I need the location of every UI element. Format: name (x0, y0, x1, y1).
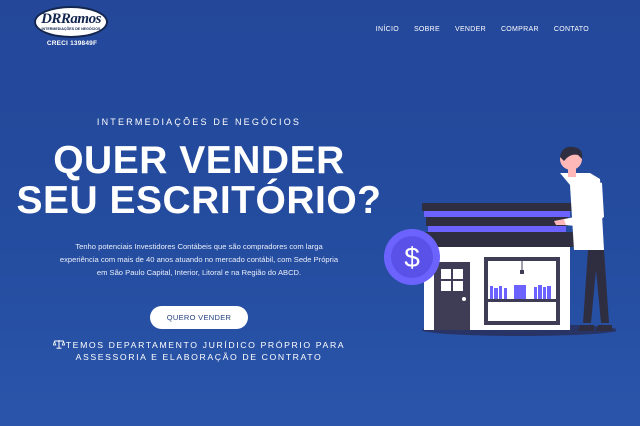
nav-sobre[interactable]: SOBRE (414, 26, 440, 33)
legal-line-1: TEMOS DEPARTAMENTO JURÍDICO PRÓPRIO PARA (65, 340, 346, 350)
legal-department-note: TEMOS DEPARTAMENTO JURÍDICO PRÓPRIO PARA… (40, 339, 358, 363)
store-roof (418, 203, 576, 247)
hero-kicker: INTERMEDIAÇÕES DE NEGÓCIOS (96, 117, 302, 127)
legal-line-2: ASSESSORIA E ELABORAÇÃO DE CONTRATO (75, 352, 323, 362)
hero-headline: QUER VENDER SEU ESCRITÓRIO? (0, 141, 398, 221)
headline-line-2: SEU ESCRITÓRIO? (16, 179, 382, 222)
creci-number: CRECI 139849F (46, 40, 98, 47)
hero-description: Tenho potenciais Investidores Contábeis … (59, 242, 339, 277)
nav-inicio[interactable]: INÍCIO (376, 26, 399, 33)
nav-contato[interactable]: CONTATO (554, 26, 589, 33)
headline-line-1: QUER VENDER (53, 139, 345, 182)
store-illustration: $ (380, 145, 618, 345)
store-window (484, 257, 560, 325)
dollar-symbol: $ (404, 242, 420, 273)
logo-wordmark: DRRamos (41, 11, 101, 27)
main-nav: INÍCIO SOBRE VENDER COMPRAR CONTATO (376, 26, 589, 33)
store-door (434, 262, 470, 330)
logo[interactable]: DRRamos INTERMEDIAÇÕES DE NEGÓCIOS (34, 6, 108, 38)
scale-icon (52, 339, 66, 352)
dollar-icon: $ (384, 229, 440, 285)
nav-vender[interactable]: VENDER (455, 26, 486, 33)
quero-vender-button[interactable]: QUERO VENDER (150, 306, 248, 329)
logo-subtitle: INTERMEDIAÇÕES DE NEGÓCIOS (41, 27, 101, 31)
nav-comprar[interactable]: COMPRAR (501, 26, 539, 33)
